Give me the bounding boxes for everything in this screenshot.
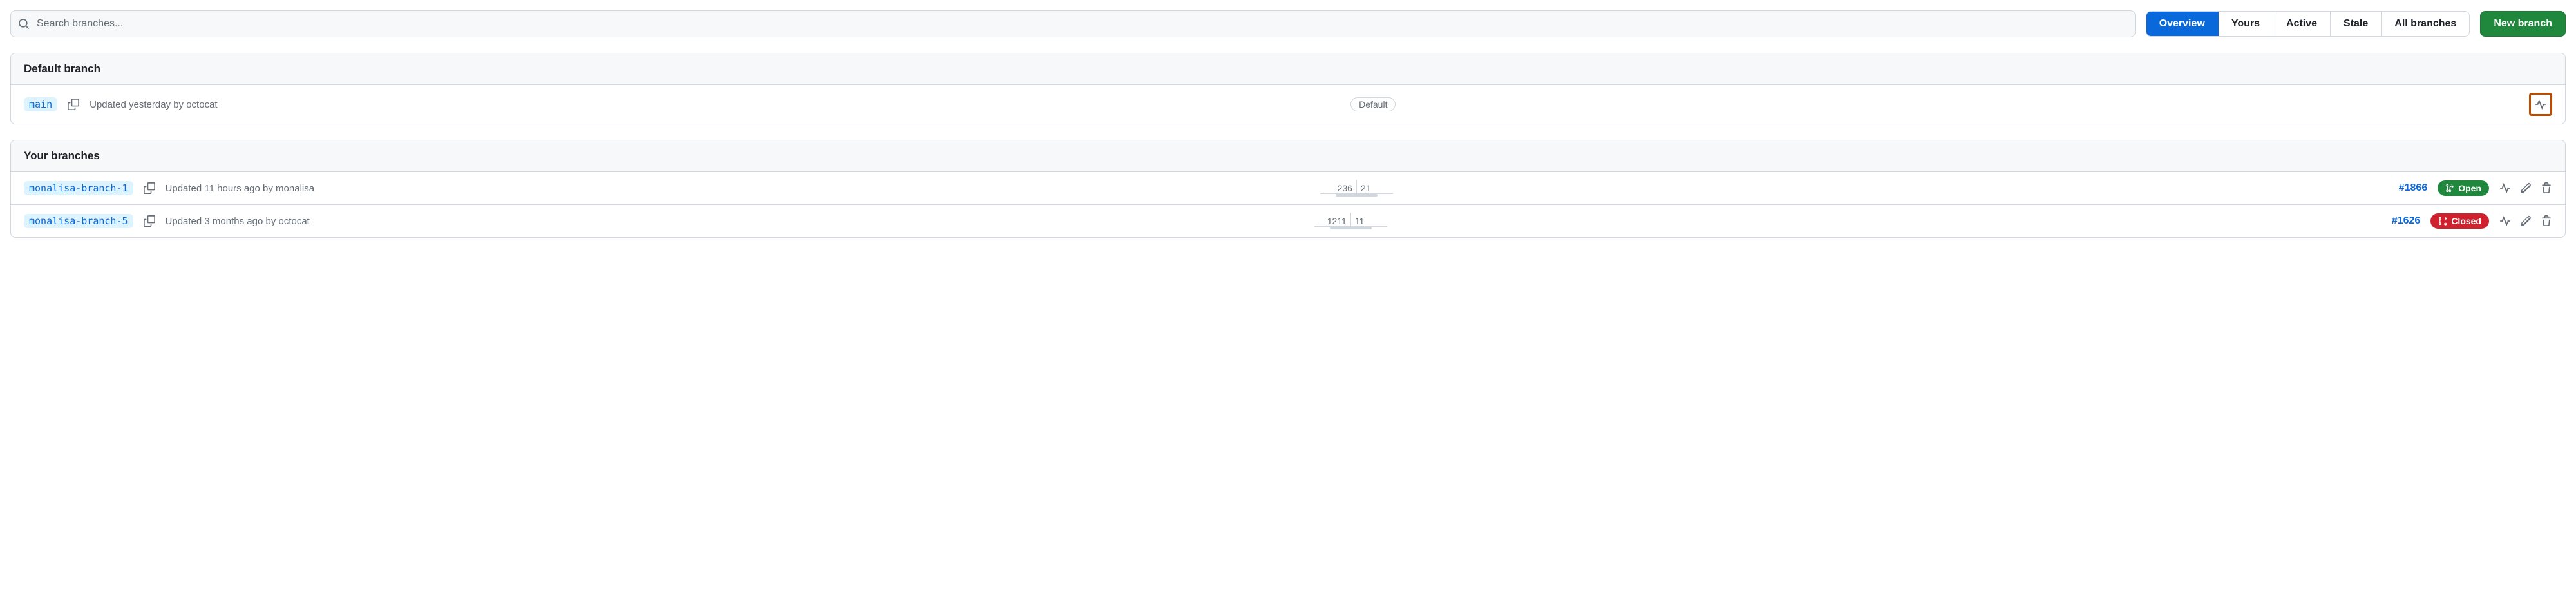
tab-overview[interactable]: Overview [2146, 12, 2219, 36]
behind-count: 236 [1338, 183, 1352, 195]
section-title: Default branch [11, 53, 2565, 85]
your-branches-section: Your branches monalisa-branch-1 Updated … [10, 140, 2566, 238]
copy-icon[interactable] [144, 182, 155, 194]
tab-all-branches[interactable]: All branches [2382, 12, 2469, 36]
updated-text: Updated 3 months ago by octocat [166, 216, 310, 227]
branch-row: monalisa-branch-1 Updated 11 hours ago b… [11, 172, 2565, 205]
activity-icon[interactable] [2499, 215, 2511, 227]
status-label: Closed [2451, 216, 2481, 226]
ahead-count: 11 [1355, 216, 1365, 227]
updated-text: Updated yesterday by octocat [90, 99, 217, 110]
status-label: Open [2458, 183, 2481, 193]
git-pull-request-closed-icon [2438, 217, 2447, 226]
activity-icon[interactable] [2499, 182, 2511, 194]
search-input[interactable] [10, 10, 2136, 37]
search-icon [18, 18, 30, 30]
copy-icon[interactable] [68, 99, 79, 110]
section-title: Your branches [11, 140, 2565, 172]
pr-link[interactable]: #1626 [2392, 215, 2421, 227]
status-badge-closed[interactable]: Closed [2430, 213, 2489, 229]
branch-name[interactable]: monalisa-branch-1 [24, 181, 133, 195]
tab-active[interactable]: Active [2273, 12, 2331, 36]
branch-row: main Updated yesterday by octocat Defaul… [11, 85, 2565, 124]
view-tabs: Overview Yours Active Stale All branches [2146, 11, 2470, 37]
default-badge: Default [1350, 97, 1396, 111]
ahead-count: 21 [1361, 183, 1371, 195]
activity-highlight [2529, 93, 2552, 116]
behind-ahead: 236 21 [1320, 180, 1393, 197]
pencil-icon[interactable] [2520, 215, 2532, 227]
pr-link[interactable]: #1866 [2399, 182, 2428, 194]
default-branch-section: Default branch main Updated yesterday by… [10, 53, 2566, 124]
copy-icon[interactable] [144, 215, 155, 227]
behind-count: 1211 [1327, 216, 1347, 227]
git-pull-request-icon [2445, 184, 2454, 193]
tab-stale[interactable]: Stale [2331, 12, 2382, 36]
pencil-icon[interactable] [2520, 182, 2532, 194]
new-branch-button[interactable]: New branch [2480, 11, 2566, 37]
trash-icon[interactable] [2541, 182, 2552, 194]
updated-text: Updated 11 hours ago by monalisa [166, 183, 315, 194]
activity-icon[interactable] [2535, 99, 2546, 110]
tab-yours[interactable]: Yours [2219, 12, 2273, 36]
branch-name[interactable]: monalisa-branch-5 [24, 214, 133, 228]
search-wrapper [10, 10, 2136, 37]
branch-row: monalisa-branch-5 Updated 3 months ago b… [11, 205, 2565, 237]
trash-icon[interactable] [2541, 215, 2552, 227]
behind-ahead: 1211 11 [1314, 213, 1387, 229]
branch-name[interactable]: main [24, 97, 57, 111]
status-badge-open[interactable]: Open [2438, 180, 2489, 196]
